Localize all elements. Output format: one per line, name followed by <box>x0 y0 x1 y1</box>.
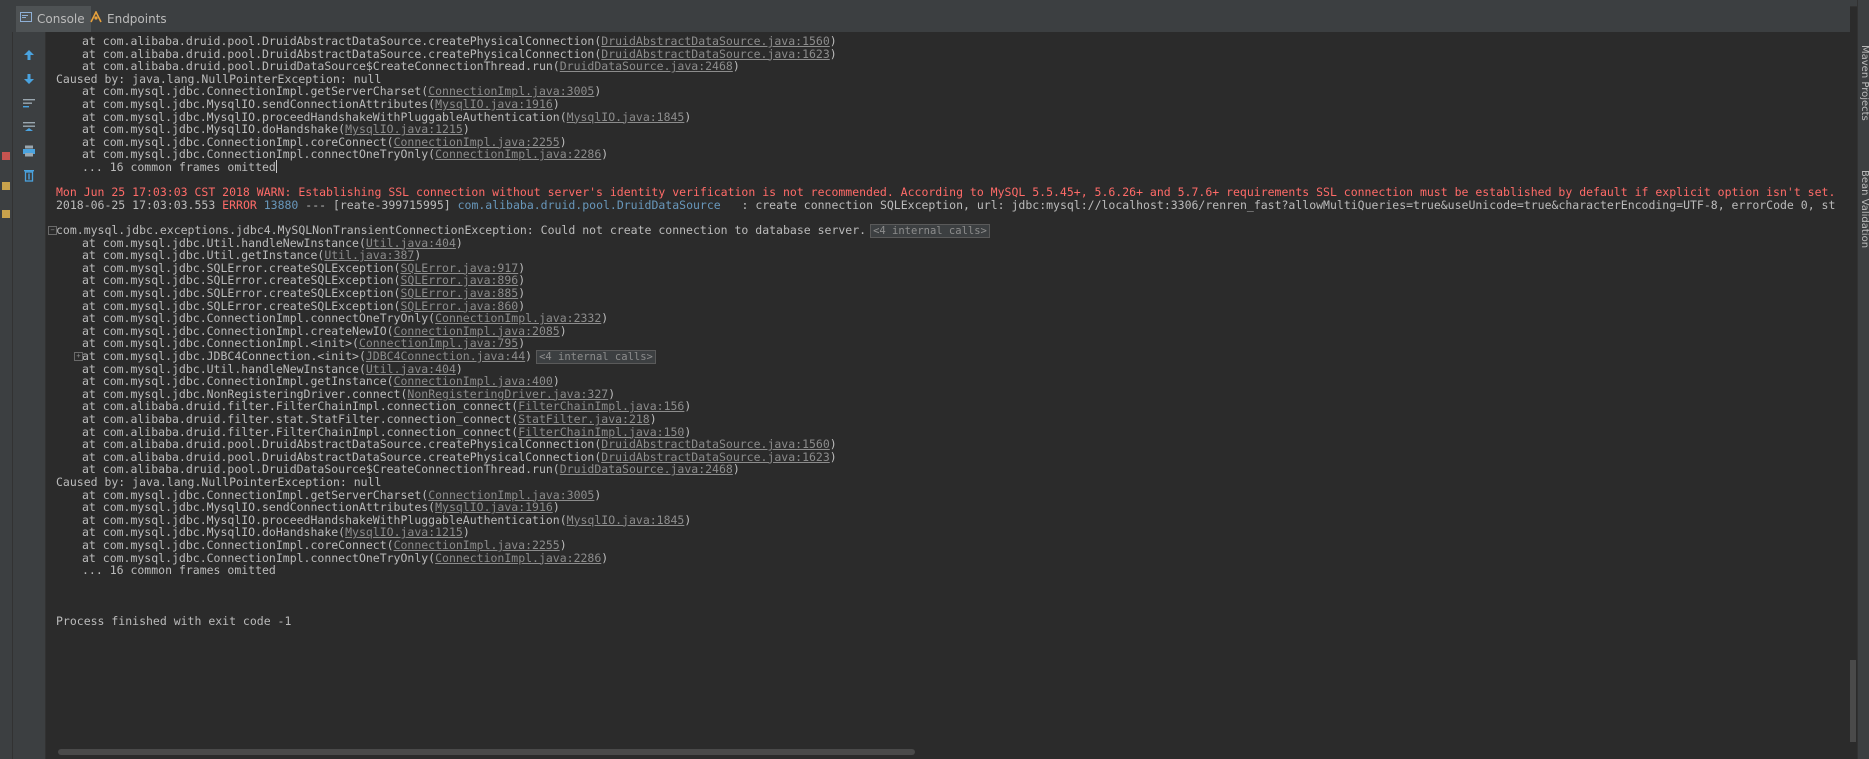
stack-frame-tail: ) <box>684 399 692 414</box>
source-link[interactable]: ConnectionImpl.java:2286 <box>435 147 601 161</box>
console-output[interactable]: at com.alibaba.druid.pool.DruidAbstractD… <box>46 32 1846 745</box>
left-side-strip <box>0 32 13 759</box>
source-link[interactable]: ConnectionImpl.java:2286 <box>435 551 601 565</box>
debug-icon[interactable] <box>2 182 10 190</box>
log-message: : create connection SQLException, url: j… <box>720 197 1836 212</box>
soft-wrap-icon[interactable] <box>19 94 39 112</box>
right-tool-strip: Maven Projects Bean Validation <box>1857 0 1869 759</box>
scroll-to-end-icon[interactable] <box>19 118 39 136</box>
internal-calls-fold[interactable]: <4 internal calls> <box>870 224 990 238</box>
stack-frame-tail: ) <box>601 147 609 162</box>
source-link[interactable]: MysqlIO.java:1845 <box>567 110 685 124</box>
vertical-scrollbar[interactable] <box>1849 32 1857 745</box>
stack-frame-tail: ) <box>684 109 692 124</box>
stack-frame-tail: ) <box>455 235 463 250</box>
tab-console-label: Console <box>37 12 85 26</box>
endpoints-icon <box>90 6 102 32</box>
stack-frame-tail: ) <box>594 487 602 502</box>
up-arrow-icon[interactable] <box>19 46 39 64</box>
error-log-line: 2018-06-25 17:03:03.553 ERROR 13880 --- … <box>56 198 1835 213</box>
log-logger: com.alibaba.druid.pool.DruidDataSource <box>457 197 721 212</box>
source-link[interactable]: MysqlIO.java:1845 <box>567 513 685 527</box>
horizontal-scrollbar-thumb[interactable] <box>58 749 915 755</box>
log-pid: 13880 <box>256 197 299 212</box>
bean-validation-tab[interactable]: Bean Validation <box>1859 170 1869 248</box>
source-link[interactable]: DruidDataSource.java:2468 <box>560 462 733 476</box>
fold-gutter-icon[interactable]: − <box>48 226 57 235</box>
stack-frame-tail: ) <box>525 349 533 363</box>
tool-window-tab-bar: Console Endpoints <box>0 6 1850 33</box>
pin-icon[interactable] <box>2 210 10 218</box>
tab-console[interactable]: Console <box>16 6 91 32</box>
stack-frame-tail: ) <box>829 449 837 464</box>
stack-frame-tail: ) <box>594 84 602 99</box>
tab-endpoints-label: Endpoints <box>107 12 167 26</box>
log-level: ERROR <box>222 197 257 212</box>
tab-endpoints[interactable]: Endpoints <box>86 6 173 32</box>
process-finished-line: Process finished with exit code -1 <box>56 613 292 628</box>
stack-frame-tail: ) <box>732 59 740 74</box>
log-thread: --- [reate-399715995] <box>298 197 458 212</box>
stack-frame-tail: ) <box>559 323 567 338</box>
down-arrow-icon[interactable] <box>19 70 39 88</box>
maven-projects-tab[interactable]: Maven Projects <box>1859 45 1869 121</box>
console-toolbar <box>13 32 46 759</box>
omitted-frames-line: ... 16 common frames omitted <box>82 563 276 578</box>
stack-frame-tail: ) <box>601 550 609 565</box>
stack-frame-tail: ) <box>601 311 609 326</box>
stack-frame-tail: ) <box>732 462 740 477</box>
stack-frame-tail: ) <box>829 46 837 61</box>
omitted-frames-line: ... 16 common frames omitted <box>82 160 277 175</box>
source-link[interactable]: DruidDataSource.java:2468 <box>560 59 733 73</box>
stack-frame-tail: ) <box>684 512 692 527</box>
console-icon <box>20 6 32 32</box>
vertical-scrollbar-thumb[interactable] <box>1850 660 1856 742</box>
stop-icon[interactable] <box>2 152 10 160</box>
omitted-text: ... 16 common frames omitted <box>82 160 276 174</box>
clear-all-icon[interactable] <box>19 166 39 184</box>
fold-gutter-icon[interactable]: + <box>74 352 83 361</box>
internal-calls-fold[interactable]: <4 internal calls> <box>536 350 656 364</box>
print-icon[interactable] <box>19 142 39 160</box>
text-caret <box>275 160 277 173</box>
log-timestamp: 2018-06-25 17:03:03.553 <box>56 197 223 212</box>
